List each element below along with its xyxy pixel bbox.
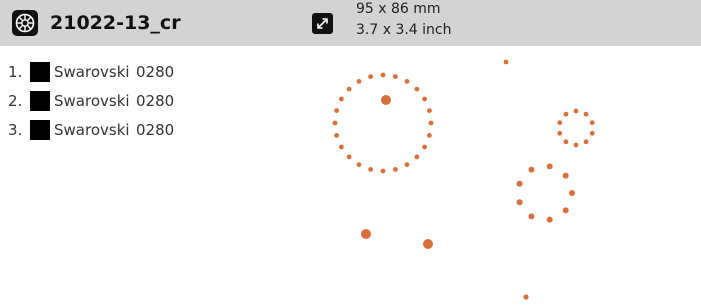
rhinestone — [563, 139, 569, 145]
rhinestone — [557, 130, 563, 136]
rhinestone — [583, 139, 589, 145]
rhinestone — [427, 133, 432, 138]
rhinestone — [503, 59, 509, 65]
rhinestone — [368, 74, 373, 79]
rhinestone — [573, 142, 579, 148]
rhinestone — [404, 162, 410, 167]
color-swatch — [30, 62, 50, 82]
rhinestone — [393, 167, 398, 172]
rhinestone — [516, 199, 523, 206]
color-number: 3. — [8, 121, 23, 139]
rhinestone — [557, 120, 563, 126]
rhinestone — [380, 168, 386, 174]
design-preview-canvas — [332, 59, 595, 300]
rhinestone — [423, 239, 433, 249]
rhinestone — [422, 144, 427, 150]
rhinestone — [523, 294, 529, 300]
rhinestone — [546, 216, 553, 223]
color-list-item[interactable]: 3. Swarovski 0280 — [8, 120, 174, 149]
design-wheel-icon[interactable] — [12, 10, 38, 36]
rhinestone — [427, 108, 432, 113]
rhinestone — [380, 72, 386, 78]
rhinestone — [361, 229, 371, 239]
rhinestone — [332, 120, 338, 126]
color-code: 0280 — [136, 63, 175, 81]
rhinestone — [393, 74, 398, 79]
rhinestone — [589, 120, 595, 126]
design-name: 21022-13_cr — [50, 12, 181, 34]
rhinestone — [414, 154, 420, 160]
color-list-item[interactable]: 1. Swarovski 0280 — [8, 62, 174, 91]
color-swatch — [30, 120, 50, 140]
rhinestone — [368, 167, 373, 172]
rhinestone — [528, 213, 535, 220]
rhinestone — [546, 163, 553, 170]
rhinestone — [414, 86, 420, 92]
color-brand: Swarovski — [54, 63, 130, 81]
rhinestone — [422, 96, 427, 102]
design-header: 21022-13_cr 95 x 86 mm 3.7 x 3.4 inch — [0, 0, 701, 46]
color-brand: Swarovski — [54, 121, 130, 139]
rhinestone — [589, 130, 595, 136]
rhinestone — [356, 162, 362, 167]
design-preview — [300, 46, 701, 305]
rhinestone — [339, 96, 344, 102]
rhinestone — [583, 111, 589, 117]
color-brand: Swarovski — [54, 92, 130, 110]
color-swatch — [30, 91, 50, 111]
rhinestone — [563, 111, 569, 117]
design-size-inch: 3.7 x 3.4 inch — [356, 22, 452, 38]
rhinestone — [356, 79, 362, 84]
rhinestone — [334, 108, 339, 113]
rhinestone — [346, 154, 352, 160]
color-code: 0280 — [136, 92, 175, 110]
rhinestone — [528, 166, 535, 173]
design-size-mm: 95 x 86 mm — [356, 1, 441, 17]
color-code: 0280 — [136, 121, 175, 139]
color-sequence-list: 1. Swarovski 0280 2. Swarovski 0280 3. Swarov… — [8, 62, 174, 149]
rhinestone — [381, 95, 391, 105]
color-list-item[interactable]: 2. Swarovski 0280 — [8, 91, 174, 120]
rhinestone — [562, 207, 569, 214]
color-number: 1. — [8, 63, 23, 81]
rhinestone — [346, 86, 352, 92]
rhinestone — [404, 79, 410, 84]
rhinestone — [339, 144, 344, 150]
design-info-panel: 21022-13_cr 95 x 86 mm 3.7 x 3.4 inch 1.… — [0, 0, 701, 305]
rhinestone — [562, 172, 569, 179]
rhinestone — [516, 180, 523, 187]
rhinestone — [334, 133, 339, 138]
rhinestone — [573, 108, 579, 114]
color-number: 2. — [8, 92, 23, 110]
rhinestone — [428, 120, 434, 126]
rhinestone — [569, 190, 575, 196]
resize-arrows-icon[interactable] — [312, 13, 333, 34]
